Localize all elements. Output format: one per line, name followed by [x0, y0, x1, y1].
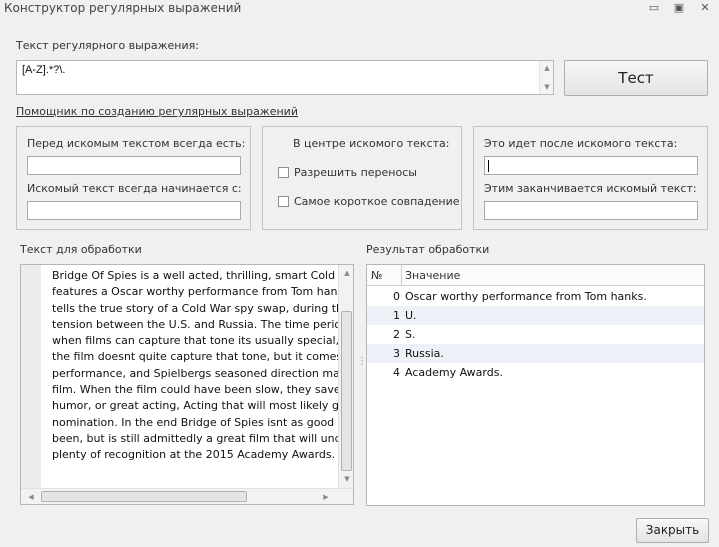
results-label: Результат обработки: [366, 243, 490, 256]
input-textarea[interactable]: Bridge Of Spies is a well acted, thrilli…: [20, 264, 354, 505]
center-title: В центре искомого текста:: [293, 137, 450, 150]
regex-value: [A-Z].*?\.: [22, 64, 66, 76]
close-button[interactable]: Закрыть: [636, 518, 709, 543]
results-header: № Значение: [367, 265, 704, 286]
after-input[interactable]: [484, 156, 698, 175]
scroll-up-icon[interactable]: ▲: [540, 63, 554, 73]
table-row[interactable]: 3 Russia.: [367, 344, 704, 363]
input-horizontal-scrollbar[interactable]: ◀ ▶: [21, 488, 353, 504]
column-header-number[interactable]: №: [371, 269, 382, 282]
scroll-down-icon[interactable]: ▼: [540, 82, 554, 92]
table-row[interactable]: 1 U.: [367, 306, 704, 325]
results-table: № Значение 0 Oscar worthy performance fro…: [366, 264, 705, 506]
starts-with-label: Искомый текст всегда начинается с:: [27, 182, 242, 195]
vertical-scroll-thumb[interactable]: [341, 311, 352, 471]
scroll-up-icon[interactable]: ▲: [340, 268, 353, 278]
text-gutter: [21, 265, 41, 488]
window-title: Конструктор регулярных выражений: [4, 1, 242, 15]
table-row[interactable]: 4 Academy Awards.: [367, 363, 704, 382]
scroll-left-icon[interactable]: ◀: [24, 492, 38, 502]
ends-with-input[interactable]: [484, 201, 698, 220]
row-number: 4: [393, 366, 400, 379]
starts-with-input[interactable]: [27, 201, 241, 220]
regex-input[interactable]: [A-Z].*?\. ▲ ▼: [16, 60, 554, 95]
before-label: Перед искомым текстом всегда есть:: [27, 137, 246, 150]
text-line: Bridge Of Spies is a well acted, thrilli…: [52, 269, 354, 282]
row-number: 0: [393, 290, 400, 303]
allow-wrap-label[interactable]: Разрешить переносы: [294, 166, 417, 179]
title-bar: Конструктор регулярных выражений ▭ ▣ ✕: [0, 0, 719, 18]
row-value: Oscar worthy performance from Tom hanks.: [405, 290, 647, 303]
row-value: S.: [405, 328, 416, 341]
text-line: the film doesnt quite capture that tone,…: [52, 350, 354, 364]
minimize-icon[interactable]: ▭: [641, 0, 667, 16]
shortest-match-label[interactable]: Самое короткое совпадение: [294, 195, 460, 208]
text-line: film. When the film could have been slow…: [52, 383, 354, 397]
group-after-text: Это идет после искомого текста: Этим зак…: [473, 126, 708, 230]
text-caret: [488, 160, 489, 172]
row-value: U.: [405, 309, 417, 322]
row-value: Russia.: [405, 347, 444, 360]
input-text-content: Bridge Of Spies is a well acted, thrilli…: [52, 268, 354, 483]
restore-icon[interactable]: ▣: [666, 0, 692, 16]
text-line: plenty of recognition at the 2015 Academ…: [52, 448, 336, 462]
input-vertical-scrollbar[interactable]: ▲ ▼: [338, 265, 353, 488]
group-before-text: Перед искомым текстом всегда есть: Иском…: [16, 126, 251, 230]
text-line: been, but is still admittedly a great fi…: [52, 431, 354, 445]
row-number: 1: [393, 309, 400, 322]
column-header-value[interactable]: Значение: [405, 269, 460, 282]
ends-with-label: Этим заканчивается искомый текст:: [484, 182, 697, 195]
scroll-down-icon[interactable]: ▼: [340, 474, 353, 484]
after-label: Это идет после искомого текста:: [484, 137, 678, 150]
text-line: performance, and Spielbergs seasoned dir…: [52, 366, 354, 380]
close-window-icon[interactable]: ✕: [692, 0, 718, 16]
text-line: features a Oscar worthy performance from…: [52, 285, 354, 299]
test-button[interactable]: Тест: [564, 60, 708, 96]
group-center-text: В центре искомого текста: Разрешить пере…: [262, 126, 462, 230]
shortest-match-checkbox[interactable]: [278, 196, 289, 207]
scroll-right-icon[interactable]: ▶: [319, 492, 333, 502]
regex-label: Текст регулярного выражения:: [16, 39, 199, 52]
horizontal-scroll-thumb[interactable]: [41, 491, 247, 502]
column-divider[interactable]: [401, 265, 402, 286]
row-value: Academy Awards.: [405, 366, 503, 379]
text-line: when films can capture that tone its usu…: [52, 334, 354, 348]
row-number: 3: [393, 347, 400, 360]
regex-scrollbar[interactable]: ▲ ▼: [539, 61, 553, 94]
text-line: tells the true story of a Cold War spy s…: [52, 301, 354, 315]
splitter-handle-icon[interactable]: ⋮: [357, 357, 367, 367]
text-line: nomination. In the end Bridge of Spies i…: [52, 415, 354, 429]
input-text-label: Текст для обработки: [20, 243, 142, 256]
row-number: 2: [393, 328, 400, 341]
allow-wrap-checkbox[interactable]: [278, 167, 289, 178]
table-row[interactable]: 0 Oscar worthy performance from Tom hanks…: [367, 287, 704, 306]
before-input[interactable]: [27, 156, 241, 175]
table-row[interactable]: 2 S.: [367, 325, 704, 344]
text-line: tension between the U.S. and Russia. The…: [52, 317, 354, 331]
text-line: humor, or great acting, Acting that will…: [52, 399, 354, 413]
regex-helper-link[interactable]: Помощник по созданию регулярных выражени…: [16, 105, 298, 118]
